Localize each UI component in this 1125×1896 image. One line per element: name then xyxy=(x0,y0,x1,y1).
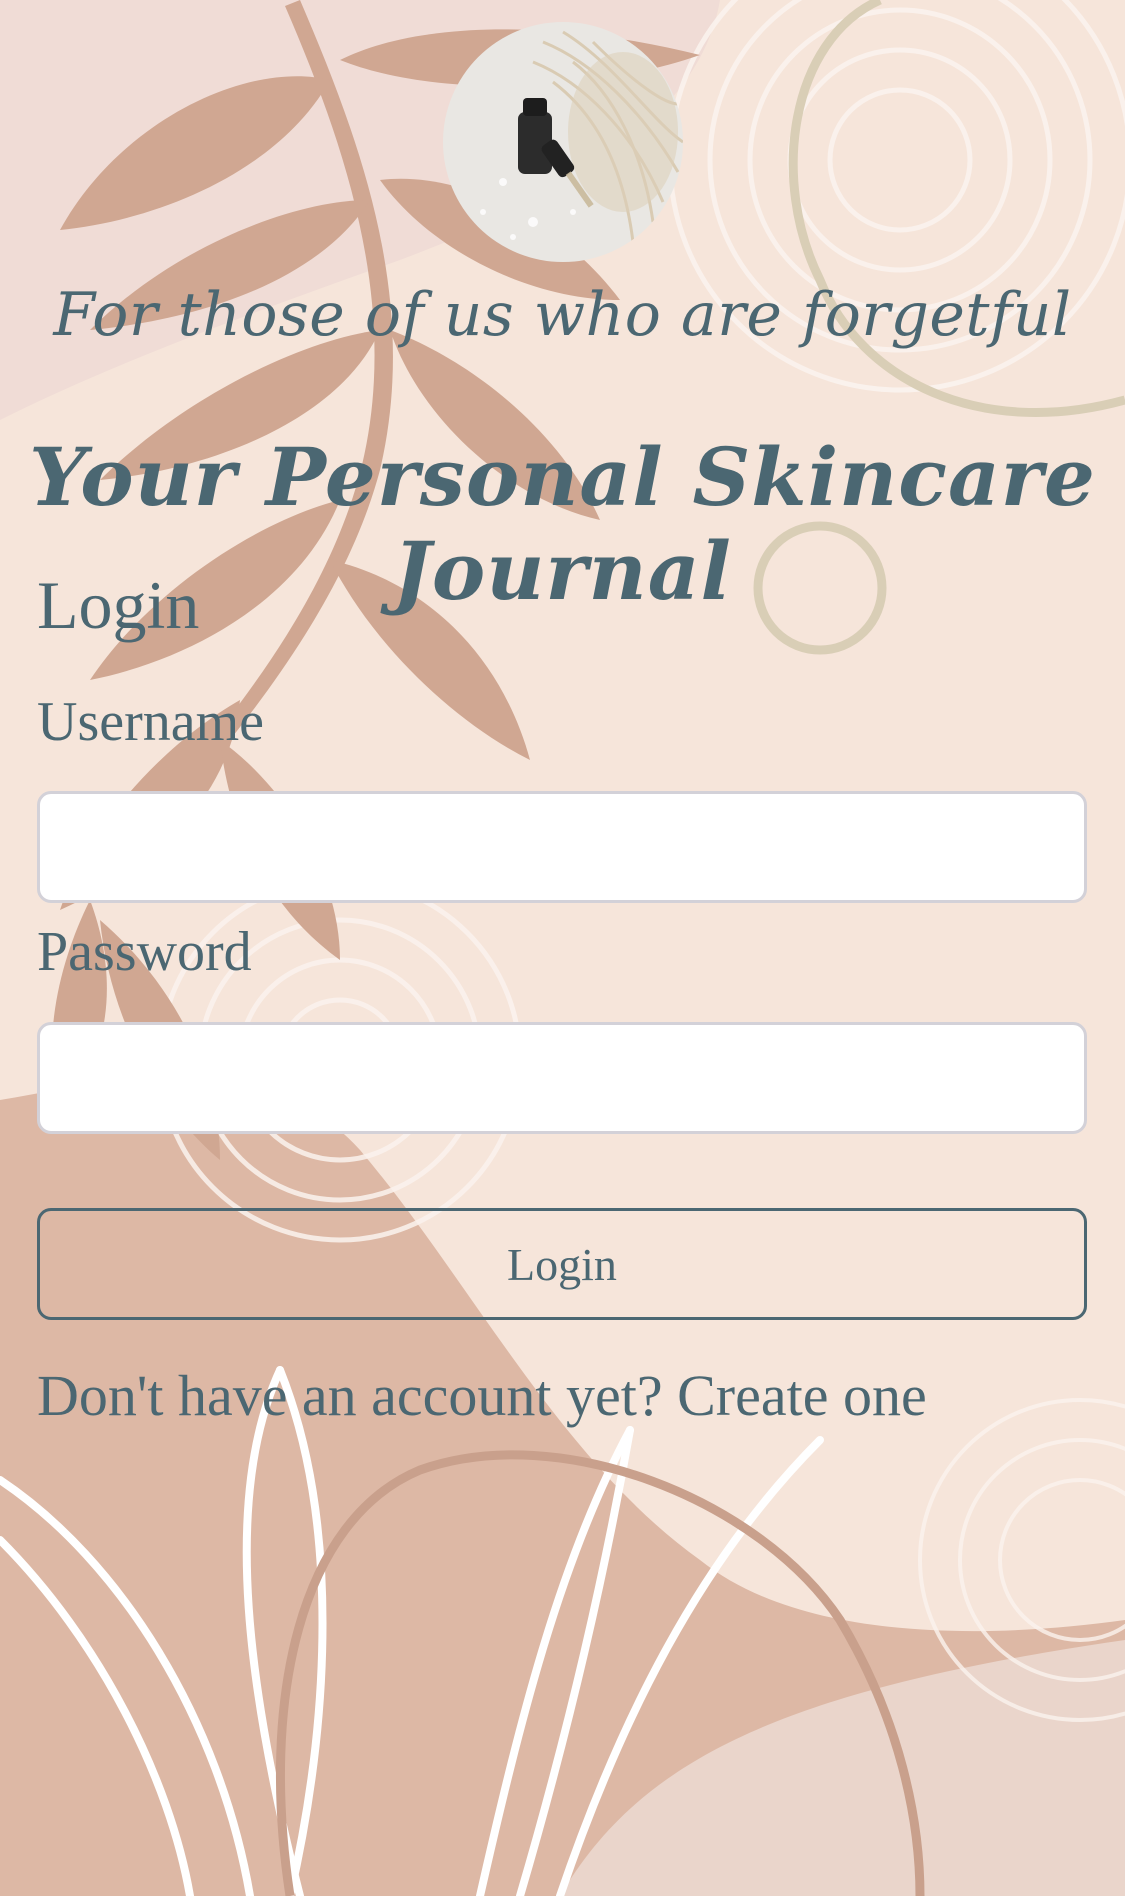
login-button[interactable]: Login xyxy=(37,1208,1087,1320)
login-heading: Login xyxy=(37,567,200,643)
username-label: Username xyxy=(37,691,265,753)
login-page: For those of us who are forgetful Your P… xyxy=(0,0,1125,1896)
signup-prompt: Don't have an account yet? xyxy=(37,1363,663,1428)
avatar xyxy=(443,22,683,262)
create-account-link[interactable]: Create one xyxy=(677,1363,927,1428)
tagline: For those of us who are forgetful xyxy=(53,280,1072,350)
skincare-bottle-icon xyxy=(443,22,683,262)
signup-row: Don't have an account yet? Create one xyxy=(37,1362,927,1429)
password-input[interactable] xyxy=(37,1022,1087,1134)
username-input[interactable] xyxy=(37,791,1087,903)
password-label: Password xyxy=(37,921,252,983)
